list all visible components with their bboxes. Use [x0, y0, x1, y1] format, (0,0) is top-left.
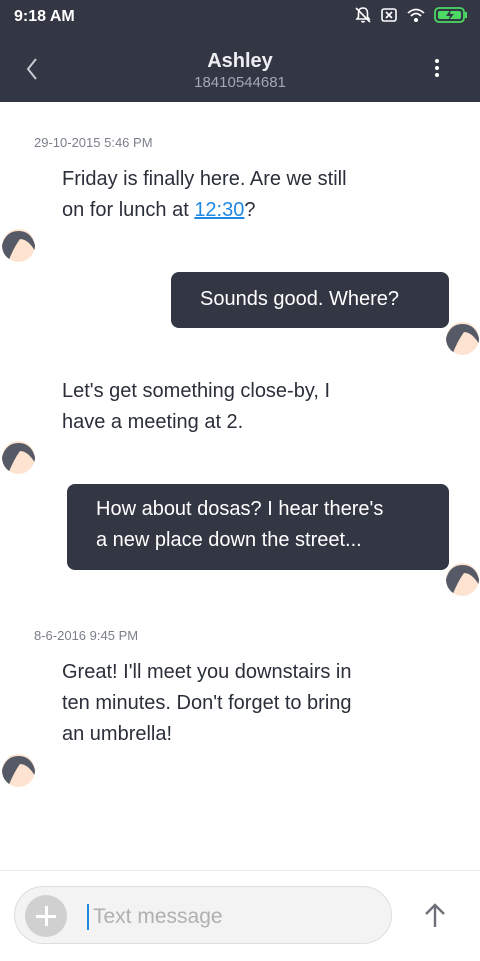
incoming-message: Friday is finally here. Are we still on …: [62, 164, 347, 226]
attach-button[interactable]: [25, 895, 67, 937]
mute-notifications-icon: [355, 7, 371, 23]
incoming-message: Let's get something close-by, I have a m…: [62, 376, 330, 438]
my-avatar[interactable]: [446, 563, 479, 596]
status-bar: 9:18 AM: [0, 0, 480, 34]
status-time: 9:18 AM: [14, 8, 75, 25]
message-input[interactable]: [91, 896, 375, 938]
wifi-icon: [407, 8, 425, 22]
incoming-message: Great! I'll meet you downstairs in ten m…: [62, 657, 352, 750]
more-vertical-icon: [424, 59, 450, 77]
text-cursor: [87, 904, 89, 930]
time-link[interactable]: 12:30: [194, 199, 244, 221]
my-avatar[interactable]: [446, 322, 479, 355]
message-line: Friday is finally here. Are we still: [62, 168, 347, 190]
message-line: on for lunch at 12:30?: [62, 195, 347, 226]
avatar-icon: [446, 322, 479, 355]
composer-bar: [0, 870, 480, 961]
outgoing-message: How about dosas? I hear there's a new pl…: [67, 484, 449, 570]
message-line: Great! I'll meet you downstairs in: [62, 661, 352, 683]
message-text: ?: [244, 199, 256, 221]
contact-avatar[interactable]: [2, 754, 35, 787]
arrow-up-icon: [425, 903, 445, 927]
avatar-icon: [2, 754, 35, 787]
message-line: ten minutes. Don't forget to bring: [62, 692, 352, 714]
contact-number: 18410544681: [194, 74, 286, 91]
contact-avatar[interactable]: [2, 229, 35, 262]
message-line: How about dosas? I hear there's: [96, 498, 384, 520]
avatar-icon: [446, 563, 479, 596]
message-line: Let's get something close-by, I: [62, 380, 331, 402]
message-input-container: [14, 886, 392, 944]
no-sim-icon: [381, 8, 397, 22]
timestamp: 29-10-2015 5:46 PM: [34, 135, 153, 150]
message-text: on for lunch at: [62, 199, 195, 221]
timestamp: 8-6-2016 9:45 PM: [34, 628, 139, 643]
battery-charging-icon: [434, 7, 467, 23]
avatar-icon: [2, 229, 35, 262]
conversation-header: 9:18 AM Ashley 18410544681: [0, 0, 480, 102]
message-line: a new place down the street...: [96, 529, 362, 551]
more-options-button[interactable]: [424, 56, 450, 82]
outgoing-message: Sounds good. Where?: [171, 272, 449, 328]
status-icons: [354, 6, 468, 24]
message-line: an umbrella!: [62, 723, 173, 745]
avatar-icon: [2, 441, 35, 474]
message-line: have a meeting at 2.: [62, 411, 244, 433]
send-button[interactable]: [420, 901, 450, 931]
contact-name: Ashley: [207, 50, 273, 72]
contact-avatar[interactable]: [2, 441, 35, 474]
message-text: Sounds good. Where?: [200, 288, 400, 310]
